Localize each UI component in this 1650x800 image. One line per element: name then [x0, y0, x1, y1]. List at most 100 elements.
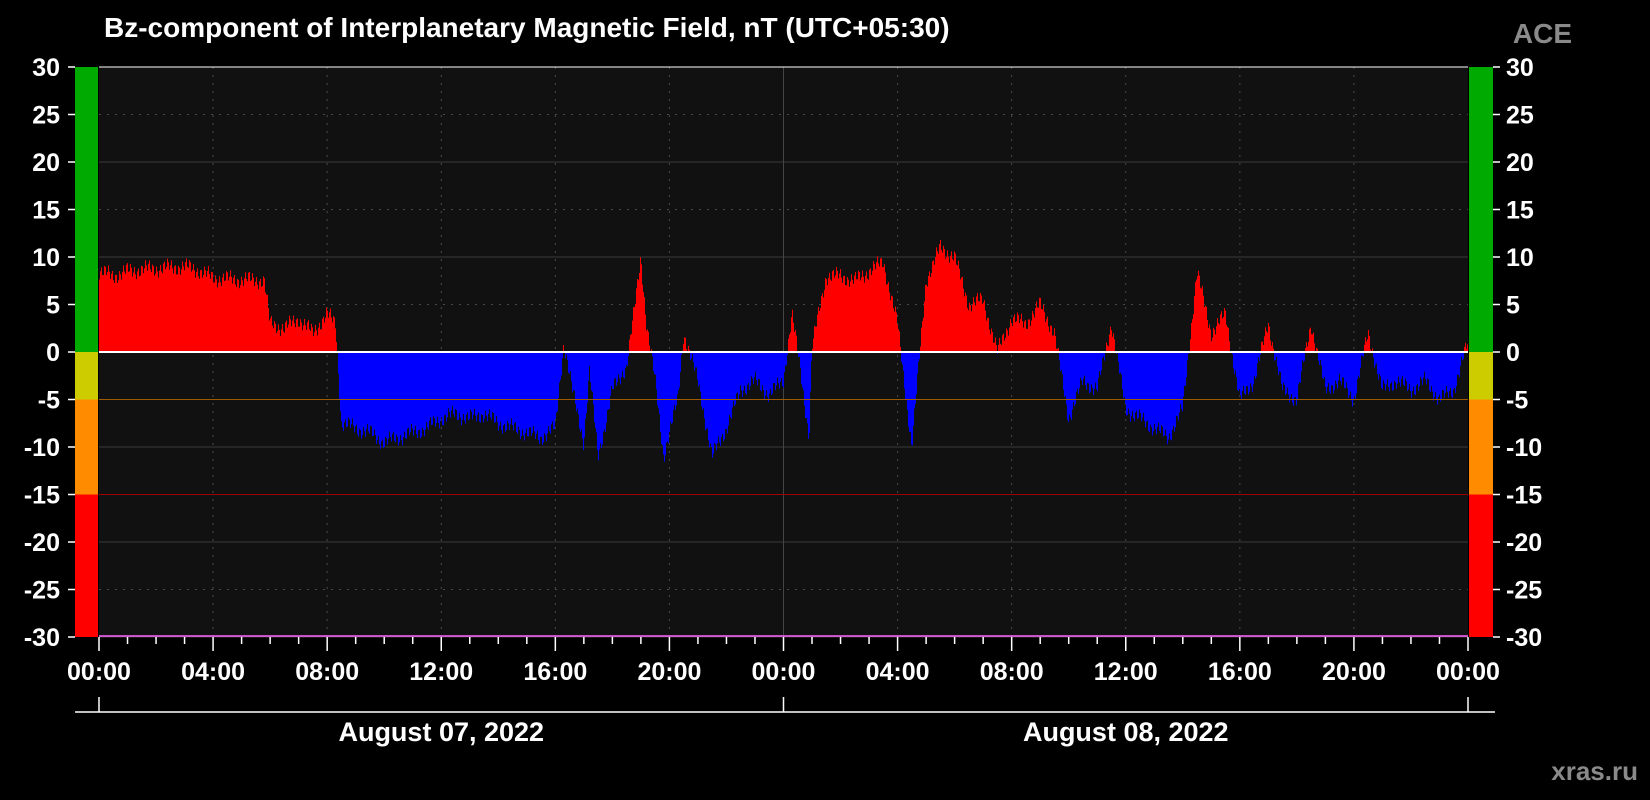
bar-positive [972, 304, 973, 352]
bar-positive [300, 319, 301, 352]
bar-negative [621, 352, 622, 378]
bar-positive [288, 324, 289, 352]
bar-negative [1249, 352, 1250, 392]
bar-positive [218, 282, 219, 352]
bar-negative [1382, 352, 1383, 390]
bar-positive [853, 283, 854, 352]
x-tick-label: 12:00 [1094, 658, 1158, 686]
bar-positive [928, 276, 929, 352]
bar-negative [533, 352, 534, 426]
bar-positive [127, 263, 128, 352]
bar-negative [386, 352, 387, 439]
bar-negative [1253, 352, 1254, 385]
bar-negative [708, 352, 709, 441]
bar-negative [585, 352, 586, 419]
bar-negative [655, 352, 656, 375]
bar-positive [1207, 320, 1208, 352]
bar-negative [1450, 352, 1451, 388]
bar-negative [1125, 352, 1126, 404]
bar-negative [1156, 352, 1157, 435]
bar-positive [1200, 287, 1201, 352]
bar-negative [505, 352, 506, 432]
bar-negative [364, 352, 365, 432]
bar-negative [915, 352, 916, 404]
bar-negative [750, 352, 751, 387]
bar-negative [1424, 352, 1425, 372]
bar-negative [1131, 352, 1132, 417]
bar-negative [583, 352, 584, 451]
bar-negative [801, 352, 802, 384]
bar-negative [530, 352, 531, 428]
bar-positive [869, 269, 870, 352]
bar-negative [712, 352, 713, 458]
bar-negative [550, 352, 551, 434]
bar-positive [197, 268, 198, 352]
bar-positive [883, 267, 884, 352]
bar-negative [808, 352, 809, 439]
bar-negative [1256, 352, 1257, 377]
bar-negative [374, 352, 375, 430]
bar-negative [1330, 352, 1331, 394]
bar-negative [1243, 352, 1244, 386]
bar-positive [969, 302, 970, 352]
bar-negative [1396, 352, 1397, 389]
bar-negative [608, 352, 609, 410]
bar-negative [480, 352, 481, 423]
bar-positive [314, 332, 315, 352]
bar-negative [1176, 352, 1177, 416]
bar-positive [886, 284, 887, 352]
bar-positive [880, 258, 881, 352]
bar-negative [1059, 352, 1060, 361]
bar-negative [553, 352, 554, 430]
bar-positive [1213, 327, 1214, 352]
bar-negative [338, 352, 339, 374]
bar-negative [1083, 352, 1084, 379]
bar-negative [905, 352, 906, 400]
bar-positive [930, 277, 931, 352]
bar-positive [641, 264, 642, 352]
bar-positive [275, 323, 276, 352]
bar-positive [267, 294, 268, 352]
bar-positive [171, 260, 172, 352]
bar-negative [607, 352, 608, 410]
bar-positive [830, 279, 831, 352]
bar-negative [775, 352, 776, 390]
bar-positive [1368, 329, 1369, 352]
bar-negative [749, 352, 750, 390]
bar-positive [1018, 314, 1019, 352]
bar-positive [159, 270, 160, 352]
bar-positive [1055, 336, 1056, 352]
bar-negative [1066, 352, 1067, 405]
bar-positive [219, 276, 220, 352]
bar-positive [638, 280, 639, 352]
bar-positive [151, 272, 152, 352]
bar-negative [1282, 352, 1283, 391]
y-tick-label-left: -15 [24, 482, 60, 510]
bar-positive [277, 331, 278, 352]
bar-positive [1224, 308, 1225, 352]
bar-negative [595, 352, 596, 428]
bar-positive [104, 265, 105, 352]
bar-positive [854, 275, 855, 352]
bar-positive [934, 264, 935, 352]
bar-negative [1304, 352, 1305, 361]
bar-negative [552, 352, 553, 422]
bar-positive [829, 272, 830, 352]
bar-positive [953, 260, 954, 352]
bar-positive [984, 300, 985, 352]
bar-negative [457, 352, 458, 421]
bar-negative [902, 352, 903, 365]
bar-positive [271, 316, 272, 352]
bar-negative [1302, 352, 1303, 361]
bar-negative [1167, 352, 1168, 445]
bar-positive [1198, 270, 1199, 352]
bar-negative [1355, 352, 1356, 399]
bar-negative [482, 352, 483, 415]
bar-negative [1410, 352, 1411, 392]
bar-positive [122, 272, 123, 352]
bar-negative [765, 352, 766, 396]
bar-negative [504, 352, 505, 424]
bar-positive [927, 286, 928, 352]
bar-negative [1320, 352, 1321, 360]
bar-negative [1180, 352, 1181, 405]
